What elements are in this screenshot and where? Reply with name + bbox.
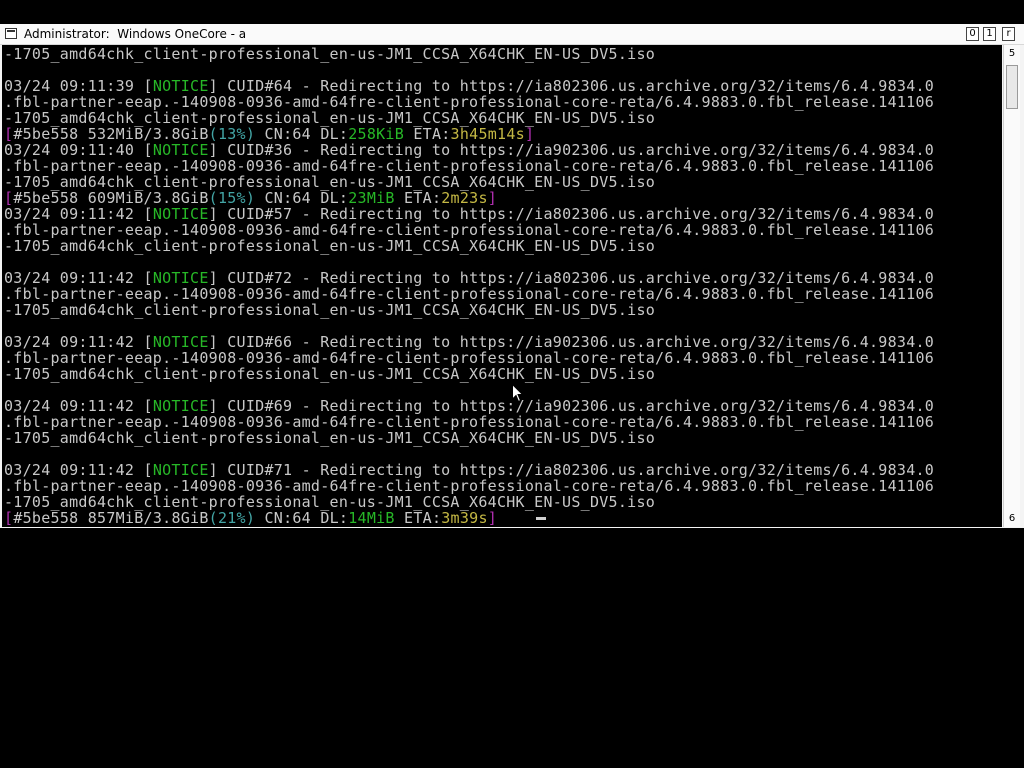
console-line: -1705_amd64chk_client-professional_en-us… [4, 45, 656, 63]
console-line: -1705_amd64chk_client-professional_en-us… [4, 173, 656, 191]
console-line: 03/24 09:11:42 [NOTICE] CUID#72 - Redire… [4, 269, 935, 287]
progress-bracket-close: ] [487, 509, 498, 527]
console-line: .fbl-partner-eeap.-140908-0936-amd-64fre… [4, 477, 935, 495]
console-line: 03/24 09:11:42 [NOTICE] CUID#66 - Redire… [4, 333, 935, 351]
console-line: -1705_amd64chk_client-professional_en-us… [4, 301, 656, 319]
scroll-thumb[interactable] [1006, 65, 1018, 109]
minimize-button[interactable]: 0 [966, 27, 979, 41]
console-line: [#5be558 857MiB/3.8GiB(21%) CN:64 DL:14M… [4, 510, 497, 526]
console-line: .fbl-partner-eeap.-140908-0936-amd-64fre… [4, 221, 935, 239]
console-line: 03/24 09:11:42 [NOTICE] CUID#57 - Redire… [4, 205, 935, 223]
console-line: 03/24 09:11:40 [NOTICE] CUID#36 - Redire… [4, 141, 935, 159]
progress-bracket-open: [ [4, 509, 14, 527]
scroll-up-button[interactable]: 5 [1005, 46, 1019, 61]
console-line: -1705_amd64chk_client-professional_en-us… [4, 365, 656, 383]
system-menu-icon[interactable] [5, 28, 17, 39]
connection-count: CN:64 [264, 509, 311, 527]
mouse-pointer-icon [512, 384, 524, 403]
console-line: -1705_amd64chk_client-professional_en-us… [4, 109, 656, 127]
console-line: -1705_amd64chk_client-professional_en-us… [4, 237, 656, 255]
console-output[interactable]: -1705_amd64chk_client-professional_en-us… [2, 45, 1002, 527]
download-size: 857MiB/3.8GiB [87, 509, 209, 527]
download-speed-label: DL: [320, 509, 349, 527]
console-line: 03/24 09:11:42 [NOTICE] CUID#69 - Redire… [4, 397, 935, 415]
download-id: #5be558 [13, 509, 79, 527]
console-line: .fbl-partner-eeap.-140908-0936-amd-64fre… [4, 413, 935, 431]
console-line: .fbl-partner-eeap.-140908-0936-amd-64fre… [4, 93, 935, 111]
console-line: -1705_amd64chk_client-professional_en-us… [4, 429, 656, 447]
window-title: Administrator: Windows OneCore - a [24, 27, 247, 41]
console-line: [#5be558 609MiB/3.8GiB(15%) CN:64 DL:23M… [4, 190, 497, 206]
eta-label: ETA: [404, 509, 442, 527]
title-bar[interactable]: Administrator: Windows OneCore - a 0 1 r [0, 24, 1024, 45]
eta-value: 3m39s [441, 509, 488, 527]
scroll-down-button[interactable]: 6 [1005, 511, 1019, 526]
download-speed: 14MiB [348, 509, 395, 527]
console-line: .fbl-partner-eeap.-140908-0936-amd-64fre… [4, 157, 935, 175]
maximize-button[interactable]: 1 [983, 27, 996, 41]
close-button[interactable]: r [1002, 27, 1015, 41]
download-percent: (21%) [208, 509, 256, 527]
text-cursor [536, 517, 546, 520]
console-line: .fbl-partner-eeap.-140908-0936-amd-64fre… [4, 285, 935, 303]
console-line: .fbl-partner-eeap.-140908-0936-amd-64fre… [4, 349, 935, 367]
console-line: 03/24 09:11:39 [NOTICE] CUID#64 - Redire… [4, 77, 935, 95]
console-line: [#5be558 532MiB/3.8GiB(13%) CN:64 DL:258… [4, 126, 534, 142]
console-line: -1705_amd64chk_client-professional_en-us… [4, 493, 656, 511]
vertical-scrollbar[interactable]: 5 6 [1003, 45, 1020, 527]
console-line: 03/24 09:11:42 [NOTICE] CUID#71 - Redire… [4, 461, 935, 479]
console-window: Administrator: Windows OneCore - a 0 1 r… [0, 24, 1024, 528]
